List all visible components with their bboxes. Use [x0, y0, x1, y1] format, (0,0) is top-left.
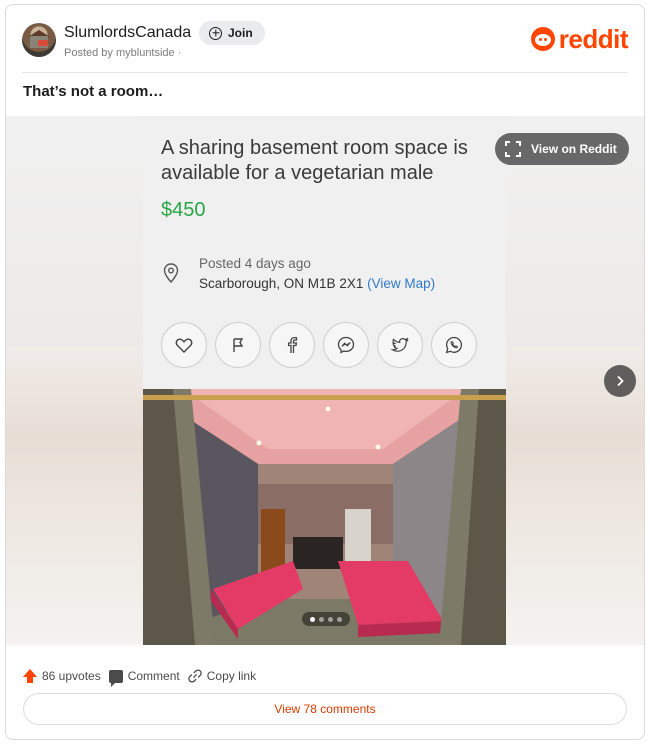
post-header: SlumlordsCanada Posted by mybluntside · …: [22, 21, 629, 61]
twitter-icon: [377, 322, 423, 368]
listing-posted-ago: Posted 4 days ago: [199, 256, 311, 271]
plus-circle-icon: [209, 26, 222, 40]
comment-label: Comment: [127, 669, 180, 683]
chevron-right-icon: [617, 375, 624, 387]
upvote-action[interactable]: 86 upvotes: [23, 669, 101, 683]
expand-icon: [505, 141, 521, 157]
upvote-count: 86 upvotes: [42, 669, 101, 683]
comment-action[interactable]: Comment: [108, 669, 180, 687]
view-on-reddit-label: View on Reddit: [531, 142, 617, 156]
carousel-dot: [328, 616, 333, 622]
listing-screenshot: A sharing basement room space is availab…: [143, 116, 506, 645]
view-on-reddit-button[interactable]: View on Reddit: [495, 133, 629, 165]
media-carousel[interactable]: A sharing basement room space is availab…: [6, 116, 644, 645]
carousel-dot: [310, 616, 315, 622]
view-map-link: (View Map): [367, 276, 436, 291]
heart-icon: [161, 322, 207, 368]
reddit-wordmark: reddit: [558, 24, 629, 54]
subreddit-name[interactable]: SlumlordsCanada: [64, 24, 191, 42]
carousel-dot: [319, 616, 324, 622]
listing-title: A sharing basement room space is availab…: [161, 137, 468, 184]
flag-icon: [215, 322, 261, 368]
share-buttons: [161, 322, 477, 368]
basement-room-image: [143, 389, 506, 645]
copy-link-action[interactable]: Copy link: [187, 669, 257, 683]
snoo-icon: [530, 27, 555, 51]
join-label: Join: [228, 26, 253, 40]
whatsapp-icon: [431, 322, 477, 368]
subreddit-avatar[interactable]: [22, 23, 56, 57]
header-divider: [22, 72, 628, 73]
room-photo: [143, 389, 506, 645]
posted-by-text: Posted by mybluntside ·: [64, 47, 182, 59]
listing-price: $450: [161, 199, 206, 221]
comment-icon: [108, 669, 123, 687]
embedded-post-card: SlumlordsCanada Posted by mybluntside · …: [5, 4, 645, 740]
join-button[interactable]: Join: [199, 21, 265, 45]
link-icon: [187, 669, 202, 683]
carousel-dot: [337, 616, 342, 622]
location-pin-icon: [163, 263, 179, 283]
facebook-icon: [269, 322, 315, 368]
upvote-icon: [23, 669, 37, 683]
next-image-button[interactable]: [604, 365, 636, 397]
messenger-icon: [323, 322, 369, 368]
location-text: Scarborough, ON M1B 2X1: [199, 276, 364, 291]
copy-link-label: Copy link: [206, 669, 257, 683]
reddit-logo[interactable]: reddit: [530, 24, 629, 54]
carousel-indicator: [302, 612, 350, 626]
post-title[interactable]: That’s not a room…: [23, 83, 163, 100]
blurred-backdrop-left: [6, 346, 143, 645]
view-comments-button[interactable]: View 78 comments: [23, 693, 627, 725]
post-actions: 86 upvotes Comment Copy link: [23, 669, 257, 687]
listing-location: Scarborough, ON M1B 2X1 (View Map): [199, 276, 435, 291]
